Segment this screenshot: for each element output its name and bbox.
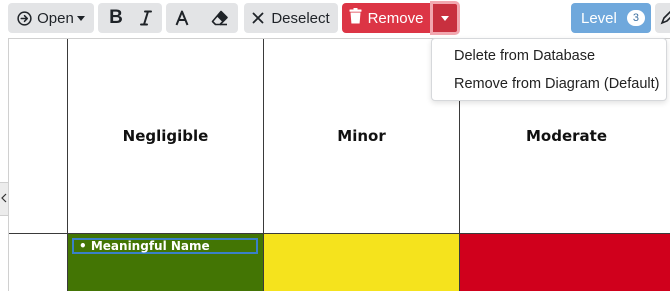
font-color-icon xyxy=(174,10,190,26)
row-header-cell xyxy=(9,233,68,291)
trash-icon xyxy=(349,8,362,28)
column-header-label: Minor xyxy=(337,127,386,145)
level-button[interactable]: Level 3 xyxy=(571,3,651,33)
remove-label: Remove xyxy=(367,9,424,27)
toolbar: Open B Deselect Remove Level 3 xyxy=(0,0,670,38)
deselect-button[interactable]: Deselect xyxy=(244,3,338,33)
column-header-label: Negligible xyxy=(122,127,209,145)
menu-item-delete-from-database[interactable]: Delete from Database xyxy=(432,45,666,73)
italic-icon xyxy=(139,10,153,26)
level-label: Level xyxy=(581,9,617,27)
level-badge: 3 xyxy=(626,10,645,26)
remove-dropdown-menu: Delete from Database Remove from Diagram… xyxy=(431,38,667,101)
chevron-down-icon xyxy=(76,15,85,21)
bold-button[interactable]: B xyxy=(98,3,134,33)
eraser-icon xyxy=(211,10,229,26)
column-header-negligible[interactable]: Negligible xyxy=(67,39,264,234)
italic-button[interactable] xyxy=(130,3,162,33)
chevron-down-icon xyxy=(441,15,449,21)
pencil-icon xyxy=(655,10,670,33)
matrix-corner-cell xyxy=(9,39,68,234)
menu-item-remove-from-diagram[interactable]: Remove from Diagram (Default) xyxy=(432,73,666,101)
matrix-cell-negligible[interactable]: • Meaningful Name xyxy=(67,233,264,291)
close-x-icon xyxy=(252,12,264,24)
column-header-label: Moderate xyxy=(525,127,607,145)
open-label: Open xyxy=(37,9,74,27)
remove-button[interactable]: Remove xyxy=(342,3,430,33)
collapse-panel-button[interactable] xyxy=(0,182,9,216)
matrix-cell-moderate[interactable] xyxy=(459,233,670,291)
remove-options-toggle[interactable] xyxy=(430,1,460,35)
bold-label: B xyxy=(109,7,123,28)
deselect-label: Deselect xyxy=(271,9,330,27)
open-circle-arrow-icon xyxy=(17,10,32,26)
font-color-button[interactable] xyxy=(166,3,198,33)
clear-format-button[interactable] xyxy=(202,3,238,33)
selected-note[interactable]: • Meaningful Name xyxy=(72,238,258,254)
chevron-left-icon xyxy=(1,190,7,208)
open-button[interactable]: Open xyxy=(8,3,94,33)
matrix-cell-minor[interactable] xyxy=(263,233,460,291)
overflow-toolbar-button[interactable] xyxy=(655,3,670,33)
